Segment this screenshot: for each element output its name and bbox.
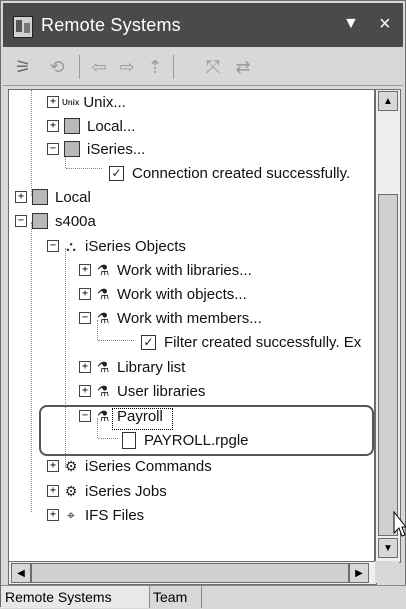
tree-node-label: Local [55,188,91,206]
check-icon: ✓ [141,334,156,350]
tree-guide-line [31,222,32,512]
expand-icon[interactable]: + [47,485,59,497]
expand-icon[interactable]: + [47,509,59,521]
tree-node-label: Work with libraries... [117,261,252,279]
tree-node-label: iSeries Commands [85,457,212,475]
scroll-thumb[interactable] [31,563,349,583]
tab-remote-systems[interactable]: Remote Systems [1,586,150,608]
up-icon[interactable]: ⇡ [143,55,167,79]
unix-icon: Unix [62,97,80,107]
close-icon[interactable]: × [379,13,391,36]
scroll-left-icon[interactable]: ◀ [11,563,31,583]
tree-node-user-libraries[interactable]: + ⚗ User libraries [79,379,205,403]
tree-node-iseries-top[interactable]: − iSeries... [47,137,145,161]
tree-node-work-libraries[interactable]: + ⚗ Work with libraries... [79,258,252,282]
tree-node-work-members[interactable]: − ⚗ Work with members... [79,306,262,330]
computer-icon [64,118,80,134]
tree-node-label: Unix... [83,93,126,111]
tree-node-local[interactable]: + Local [15,185,91,209]
expand-icon[interactable]: + [47,96,59,108]
filter-icon: ⚗ [96,285,110,302]
tree-node-label: Library list [117,358,186,376]
tree-node-label: Local... [87,117,136,135]
collapse-icon[interactable]: − [47,240,59,252]
tree-node-label: IFS Files [85,506,145,524]
ifs-files-icon: ⌖ [67,506,75,523]
tree-node-label: iSeries... [87,140,146,158]
iseries-system-icon [64,141,80,157]
tree-node-local-top[interactable]: + Local... [47,114,135,138]
expand-icon[interactable]: + [79,361,91,373]
tree-node-label: Connection created successfully. [132,164,351,182]
collapse-icon[interactable]: − [79,312,91,324]
tree-guide-line [31,90,32,196]
expand-icon[interactable]: + [79,264,91,276]
back-icon[interactable]: ⇦ [87,55,111,79]
toolbar-separator [173,55,174,79]
forward-icon[interactable]: ⇨ [115,55,139,79]
tree-node-library-list[interactable]: + ⚗ Library list [79,355,185,379]
filter-icon: ⚗ [96,309,110,326]
expand-icon[interactable]: + [15,191,27,203]
view-toolbar: ⚞ ⟲ ⇦ ⇨ ⇡ ⤧ ⇄ [3,49,403,86]
scroll-up-icon[interactable]: ▲ [378,91,398,111]
tree-node-label: User libraries [117,382,206,400]
expand-icon[interactable]: + [47,120,59,132]
tree-guide-line [98,340,134,341]
tree-node-iseries-objects[interactable]: − ⛬ iSeries Objects [47,234,186,258]
define-connection-icon[interactable]: ⚞ [11,55,35,79]
tree-node-connection-message[interactable]: ✓ Connection created successfully. [107,161,350,185]
iseries-system-icon [32,213,48,229]
link-with-editor-icon[interactable]: ⇄ [231,55,255,79]
tree-node-label: Work with members... [117,309,262,327]
vertical-scrollbar[interactable]: ▲ ▼ [375,89,401,563]
mouse-pointer-icon [393,511,406,537]
scroll-right-icon[interactable]: ▶ [349,563,369,583]
tree-node-unix[interactable]: + Unix Unix... [47,90,126,114]
scrollbar-corner [375,561,399,583]
tree-node-iseries-jobs[interactable]: + ⚙ iSeries Jobs [47,479,167,503]
filter-icon: ⚗ [96,261,110,278]
check-icon: ✓ [109,165,124,181]
objects-subsystem-icon: ⛬ [66,237,76,254]
view-title: Remote Systems [41,15,181,35]
tab-label: Remote Systems [5,589,112,605]
computer-icon [32,189,48,205]
filter-icon: ⚗ [96,358,110,375]
remote-systems-tree[interactable]: + Unix Unix... + Local... − iSeries... ✓… [8,89,375,563]
collapse-all-icon[interactable]: ⤧ [201,55,225,79]
tree-node-label: iSeries Jobs [85,482,167,500]
view-tab-bar: Remote Systems Team [1,585,406,609]
tree-node-s400a[interactable]: − s400a [15,209,96,233]
collapse-icon[interactable]: − [15,215,27,227]
tab-team[interactable]: Team [149,586,202,608]
tree-node-ifs-files[interactable]: + ⌖ IFS Files [47,503,144,527]
expand-icon[interactable]: + [47,460,59,472]
view-menu-icon[interactable]: ▼ [343,15,359,33]
horizontal-scrollbar[interactable]: ◀ ▶ [8,561,377,585]
refresh-icon[interactable]: ⟲ [45,55,69,79]
expand-icon[interactable]: + [79,288,91,300]
expand-icon[interactable]: + [79,385,91,397]
tree-node-label: s400a [55,212,96,230]
tree-node-label: iSeries Objects [85,237,186,255]
remote-systems-icon [13,16,33,38]
scroll-down-icon[interactable]: ▼ [378,538,398,558]
scroll-thumb[interactable] [378,194,398,536]
collapse-icon[interactable]: − [47,143,59,155]
commands-icon: ⚙ [64,457,78,474]
remote-systems-view: Remote Systems ▼ × ⚞ ⟲ ⇦ ⇨ ⇡ ⤧ ⇄ + Unix … [0,0,406,609]
tree-node-label: Work with objects... [117,285,247,303]
filter-icon: ⚗ [96,382,110,399]
tree-node-filter-message[interactable]: ✓ Filter created successfully. Ex [139,330,361,354]
tree-node-work-objects[interactable]: + ⚗ Work with objects... [79,282,247,306]
jobs-icon: ⚙ [64,482,78,499]
tab-label: Team [153,589,188,605]
tree-node-label: Filter created successfully. Ex [164,333,362,351]
toolbar-separator [79,55,80,79]
payroll-callout-outline [39,405,374,456]
view-title-bar: Remote Systems ▼ × [3,3,403,47]
tree-node-iseries-commands[interactable]: + ⚙ iSeries Commands [47,454,212,478]
tree-guide-line [66,168,102,169]
